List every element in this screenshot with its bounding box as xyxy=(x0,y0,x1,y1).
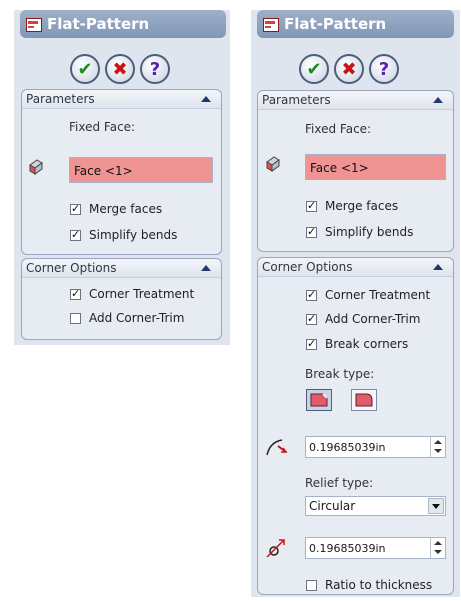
simplify-bends-checkbox[interactable]: Simplify bends xyxy=(306,225,413,239)
relief-size-icon xyxy=(266,539,285,558)
collapse-arrow-icon[interactable] xyxy=(201,96,211,102)
fixed-face-label: Fixed Face: xyxy=(69,120,136,134)
simplify-bends-checkbox[interactable]: Simplify bends xyxy=(70,228,177,242)
checkbox-box[interactable] xyxy=(70,202,81,215)
break-distance-value: 0.19685039in xyxy=(309,441,386,454)
collapse-arrow-icon[interactable] xyxy=(201,265,211,271)
checkbox-box[interactable] xyxy=(306,288,317,301)
corner-treatment-checkbox[interactable]: Corner Treatment xyxy=(70,287,194,301)
merge-faces-checkbox[interactable]: Merge faces xyxy=(70,202,162,216)
fixed-face-field[interactable]: Face <1> xyxy=(69,157,213,183)
parameters-header[interactable]: Parameters xyxy=(258,91,453,110)
relief-type-label: Relief type: xyxy=(305,476,374,490)
break-type-label: Break type: xyxy=(305,367,375,381)
merge-faces-label: Merge faces xyxy=(325,199,399,213)
spin-up-icon[interactable] xyxy=(434,541,442,545)
panel-title-bar: Flat-Pattern xyxy=(20,10,226,38)
ok-button[interactable]: ✔ xyxy=(299,54,329,84)
ratio-to-thickness-label: Ratio to thickness xyxy=(325,578,433,592)
chamfer-break-button[interactable] xyxy=(306,389,332,411)
chamfer-corner-icon xyxy=(310,393,328,407)
panel-title: Flat-Pattern xyxy=(284,15,387,33)
spin-arrows[interactable] xyxy=(430,437,445,457)
break-distance-icon xyxy=(266,439,288,456)
flat-pattern-icon xyxy=(25,16,43,32)
panel-title: Flat-Pattern xyxy=(47,15,150,33)
relief-type-dropdown[interactable]: Circular xyxy=(305,496,446,516)
x-icon: ✖ xyxy=(112,58,128,80)
checkbox-box[interactable] xyxy=(306,225,317,238)
fixed-face-icon xyxy=(266,156,280,172)
cancel-button[interactable]: ✖ xyxy=(334,54,364,84)
corner-options-title: Corner Options xyxy=(26,261,117,275)
action-buttons: ✔ ✖ ? xyxy=(70,54,170,84)
relief-size-input[interactable]: 0.19685039in xyxy=(305,537,446,559)
panel-title-bar: Flat-Pattern xyxy=(257,10,454,38)
simplify-bends-label: Simplify bends xyxy=(325,225,414,239)
break-distance-input[interactable]: 0.19685039in xyxy=(305,436,446,458)
fixed-face-icon xyxy=(29,159,43,175)
corner-options-header[interactable]: Corner Options xyxy=(258,258,453,277)
merge-faces-checkbox[interactable]: Merge faces xyxy=(306,199,398,213)
fillet-corner-icon xyxy=(355,393,373,407)
collapse-arrow-icon[interactable] xyxy=(433,97,443,103)
action-buttons: ✔ ✖ ? xyxy=(299,54,399,84)
parameters-group: Parameters Fixed Face: Face <1> Merge fa… xyxy=(257,90,454,252)
simplify-bends-label: Simplify bends xyxy=(89,228,178,242)
corner-treatment-checkbox[interactable]: Corner Treatment xyxy=(306,288,430,302)
parameters-title: Parameters xyxy=(262,93,331,107)
flat-pattern-icon xyxy=(262,16,280,32)
break-corners-checkbox[interactable]: Break corners xyxy=(306,337,408,351)
checkmark-icon: ✔ xyxy=(306,58,322,80)
add-corner-trim-label: Add Corner-Trim xyxy=(89,311,185,325)
checkbox-box[interactable] xyxy=(70,287,81,300)
help-button[interactable]: ? xyxy=(369,54,399,84)
question-icon: ? xyxy=(378,58,390,80)
break-corners-label: Break corners xyxy=(325,337,409,351)
add-corner-trim-checkbox[interactable]: Add Corner-Trim xyxy=(306,312,420,326)
help-button[interactable]: ? xyxy=(140,54,170,84)
spin-down-icon[interactable] xyxy=(434,550,442,554)
spin-up-icon[interactable] xyxy=(434,440,442,444)
cancel-button[interactable]: ✖ xyxy=(105,54,135,84)
spin-down-icon[interactable] xyxy=(434,449,442,453)
x-icon: ✖ xyxy=(341,58,357,80)
ok-button[interactable]: ✔ xyxy=(70,54,100,84)
checkbox-box[interactable] xyxy=(306,579,317,591)
corner-options-title: Corner Options xyxy=(262,260,353,274)
checkbox-box[interactable] xyxy=(70,312,81,324)
collapse-arrow-icon[interactable] xyxy=(433,264,443,270)
add-corner-trim-label: Add Corner-Trim xyxy=(325,312,421,326)
corner-options-header[interactable]: Corner Options xyxy=(22,259,221,278)
flat-pattern-panel-expanded: Flat-Pattern ✔ ✖ ? Parameters Fixed Face… xyxy=(251,10,460,597)
corner-treatment-label: Corner Treatment xyxy=(89,287,195,301)
relief-type-value: Circular xyxy=(309,499,356,513)
checkbox-box[interactable] xyxy=(306,312,317,325)
fixed-face-field[interactable]: Face <1> xyxy=(305,154,446,180)
corner-options-group: Corner Options Corner Treatment Add Corn… xyxy=(21,258,222,340)
checkmark-icon: ✔ xyxy=(77,58,93,80)
merge-faces-label: Merge faces xyxy=(89,202,163,216)
dropdown-arrow-icon[interactable] xyxy=(428,498,444,514)
fixed-face-label: Fixed Face: xyxy=(305,122,372,136)
checkbox-box[interactable] xyxy=(306,337,317,350)
corner-treatment-label: Corner Treatment xyxy=(325,288,431,302)
checkbox-box[interactable] xyxy=(306,199,317,212)
ratio-to-thickness-checkbox[interactable]: Ratio to thickness xyxy=(306,578,432,592)
question-icon: ? xyxy=(149,58,161,80)
parameters-group: Parameters Fixed Face: Face <1> Merge fa… xyxy=(21,89,222,255)
corner-options-group: Corner Options Corner Treatment Add Corn… xyxy=(257,257,454,595)
parameters-header[interactable]: Parameters xyxy=(22,90,221,109)
spin-arrows[interactable] xyxy=(430,538,445,558)
flat-pattern-panel-collapsed: Flat-Pattern ✔ ✖ ? Parameters Fixed Face… xyxy=(14,10,230,345)
parameters-title: Parameters xyxy=(26,92,95,106)
add-corner-trim-checkbox[interactable]: Add Corner-Trim xyxy=(70,311,184,325)
checkbox-box[interactable] xyxy=(70,228,81,241)
relief-size-value: 0.19685039in xyxy=(309,542,386,555)
fillet-break-button[interactable] xyxy=(351,389,377,411)
